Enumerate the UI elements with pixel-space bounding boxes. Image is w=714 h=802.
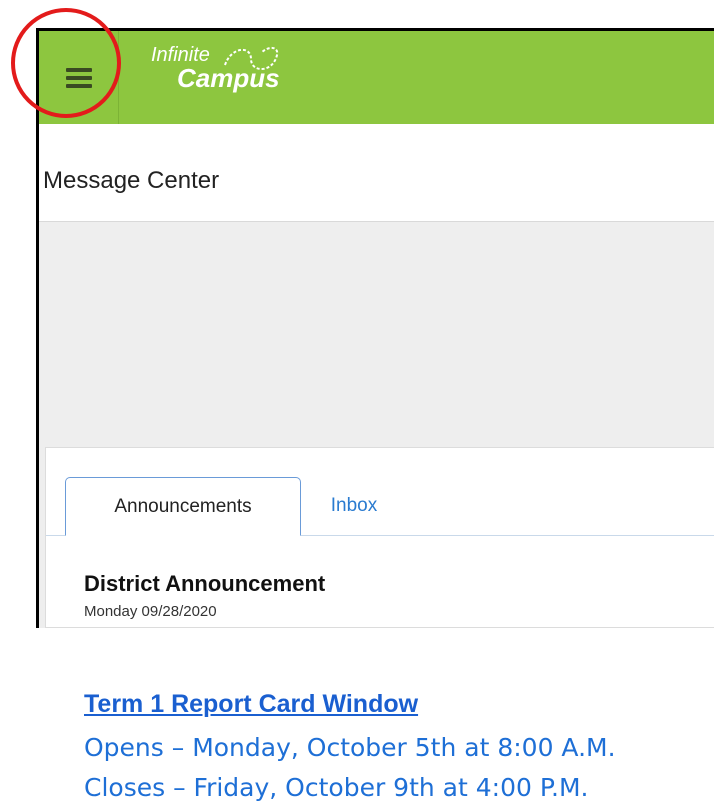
tab-announcements[interactable]: Announcements (65, 477, 301, 536)
page-title: Message Center (43, 167, 220, 194)
logo-swoosh-icon (224, 47, 279, 70)
highlight-circle (11, 8, 121, 118)
announcement-date: Monday 09/28/2020 (84, 603, 217, 620)
opens-text: Opens – Monday, October 5th at 8:00 A.M. (84, 733, 616, 762)
message-card: Announcements Inbox District Announcemen… (45, 447, 714, 802)
closes-text: Closes – Friday, October 9th at 4:00 P.M… (84, 773, 589, 802)
tab-bar: Announcements Inbox (46, 477, 714, 536)
tab-inbox[interactable]: Inbox (319, 477, 389, 535)
infinite-campus-logo: Infinite Campus (151, 44, 280, 93)
content-background: Announcements Inbox District Announcemen… (39, 222, 714, 802)
announcement-title: District Announcement (84, 571, 326, 596)
report-card-window-link[interactable]: Term 1 Report Card Window (84, 690, 418, 719)
top-navigation-bar: Infinite Campus (39, 31, 714, 124)
app-window: Infinite Campus Message Center Announcem… (36, 28, 714, 802)
